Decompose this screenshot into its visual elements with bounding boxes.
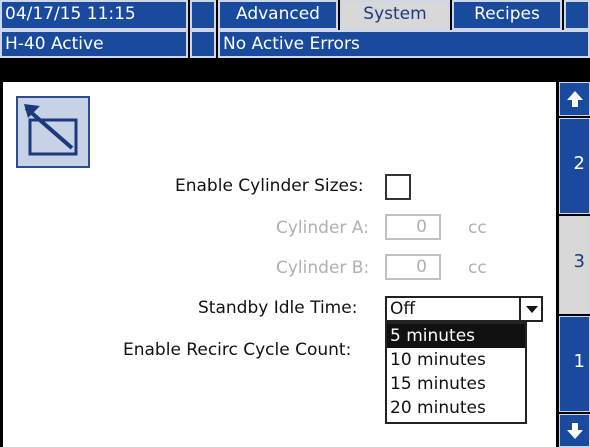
- exit-icon: [24, 104, 78, 156]
- cylinder-a-input[interactable]: 0: [385, 214, 441, 240]
- recirc-label: Enable Recirc Cycle Count:: [123, 340, 352, 360]
- arrow-down-icon: [566, 422, 583, 439]
- dropdown-option[interactable]: 10 minutes: [387, 348, 525, 372]
- dropdown-option[interactable]: 5 minutes: [387, 324, 525, 348]
- dropdown-arrow-icon[interactable]: [519, 298, 541, 320]
- scroll-down-button[interactable]: [559, 414, 590, 447]
- arrow-up-icon: [566, 91, 583, 107]
- dropdown-option[interactable]: 15 minutes: [387, 372, 525, 396]
- cylinder-b-label: Cylinder B:: [276, 258, 370, 278]
- tab-advanced[interactable]: Advanced: [218, 0, 338, 30]
- standby-dropdown-list[interactable]: 5 minutes 10 minutes 15 minutes 20 minut…: [385, 322, 527, 424]
- cylinder-b-unit: cc: [468, 258, 487, 278]
- cylinder-b-input[interactable]: 0: [385, 254, 441, 280]
- dropdown-option[interactable]: 20 minutes: [387, 396, 525, 420]
- page-button-3[interactable]: 3: [559, 216, 590, 314]
- error-status: No Active Errors: [218, 30, 590, 58]
- datetime-display: 04/17/15 11:15: [0, 0, 188, 30]
- enable-cylinder-checkbox[interactable]: [385, 174, 411, 200]
- status-active: H-40 Active: [0, 30, 188, 58]
- page-button-2[interactable]: 2: [559, 118, 590, 214]
- status-spacer: [190, 30, 216, 58]
- enable-cylinder-label: Enable Cylinder Sizes:: [175, 176, 364, 196]
- tab-system[interactable]: System: [340, 0, 450, 30]
- page-button-1[interactable]: 1: [559, 316, 590, 412]
- cylinder-a-label: Cylinder A:: [276, 218, 369, 238]
- cylinder-a-unit: cc: [468, 218, 487, 238]
- header-spacer: [190, 0, 216, 30]
- standby-select[interactable]: Off: [385, 296, 543, 322]
- standby-label: Standby Idle Time:: [198, 298, 358, 318]
- scroll-up-button[interactable]: [559, 82, 590, 116]
- standby-value: Off: [390, 299, 416, 319]
- exit-screen-button[interactable]: [16, 96, 90, 168]
- tab-recipes[interactable]: Recipes: [452, 0, 562, 30]
- tab-more[interactable]: [564, 0, 590, 30]
